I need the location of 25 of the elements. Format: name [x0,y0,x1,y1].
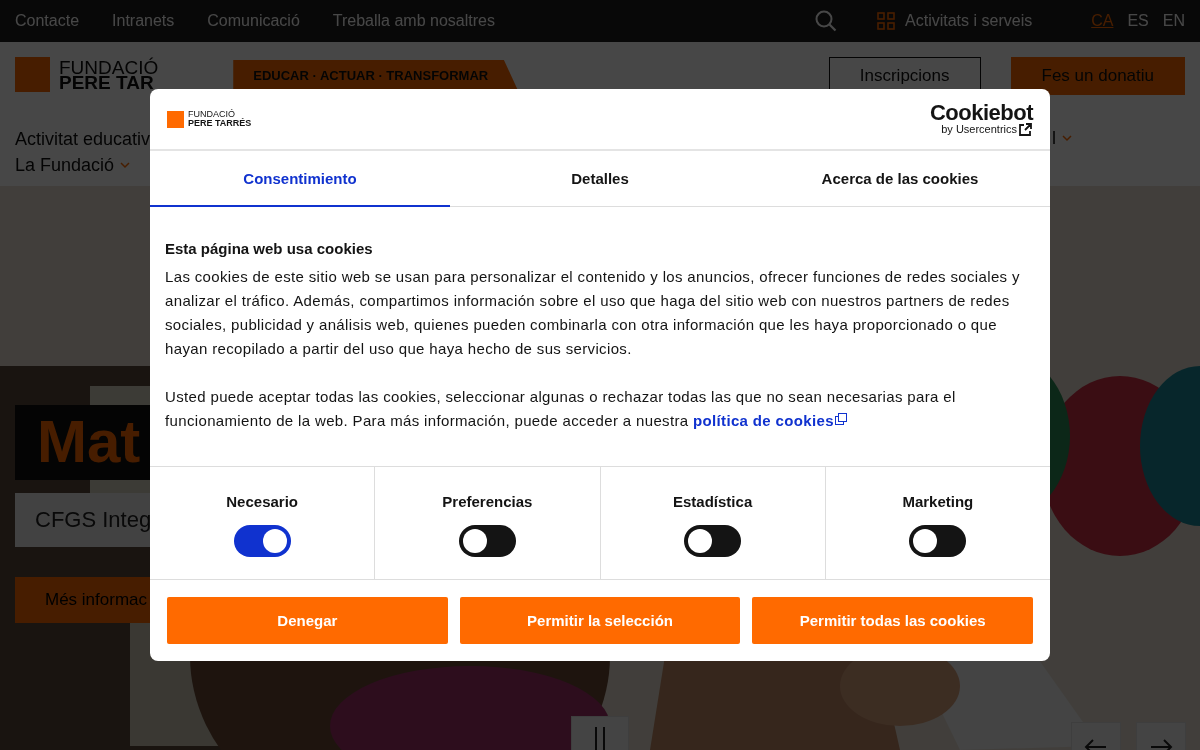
paragraph: Las cookies de este sitio web se usan para personalizar el contenido y los anuncios, ofrecer funciones de redes sociales y analizar el tráfico. Además, compartimos información sobre el uso que haga del sitio web con nuestros partners de redes sociales, publicidad y análisis web, quienes pueden combinarla con otra información que les haya proporcionado o que hayan recopilado a partir del uso que haya hecho de sus servicios. [165,267,1021,359]
new-window-icon [834,413,847,425]
toggle-switch[interactable] [458,525,516,557]
paragraph: Usted puede aceptar todas las cookies, seleccionar algunas o rechazar todas las que no sean necesarias para el funcionamiento de la web. Para más información, puede acceder a nuestra política de cookies [165,387,957,431]
toggle-switch[interactable] [909,525,967,557]
tab[interactable]: Detalles [450,151,750,207]
category-label: Estadística [673,493,753,510]
logo-mark [167,110,184,128]
consent-button[interactable]: Permitir todas las cookies [752,597,1033,644]
tab[interactable]: Consentimiento [150,151,450,207]
consent-button[interactable]: Permitir la selección [459,597,741,644]
logo-text: FUNDACIÓ PERE TARRÉS [188,110,252,128]
toggle-switch[interactable] [684,525,742,557]
cookie-policy-link[interactable]: política de cookies [693,412,847,429]
toggle-switch[interactable] [233,525,291,557]
external-link-icon [1018,121,1033,137]
category-label: Preferencias [442,493,533,510]
logo-text: FUNDACIÓ PERE TAR [59,59,159,90]
category-label: Necesario [226,493,298,510]
dialog-heading: Esta página web usa cookies [165,240,374,257]
consent-button[interactable]: Denegar [167,597,448,644]
brand-subtitle: by Usercentrics [941,123,1017,135]
category-label: Marketing [902,493,974,510]
brand-logo[interactable]: Cookiebot [929,101,1033,124]
tab[interactable]: Acerca de las cookies [750,151,1050,207]
